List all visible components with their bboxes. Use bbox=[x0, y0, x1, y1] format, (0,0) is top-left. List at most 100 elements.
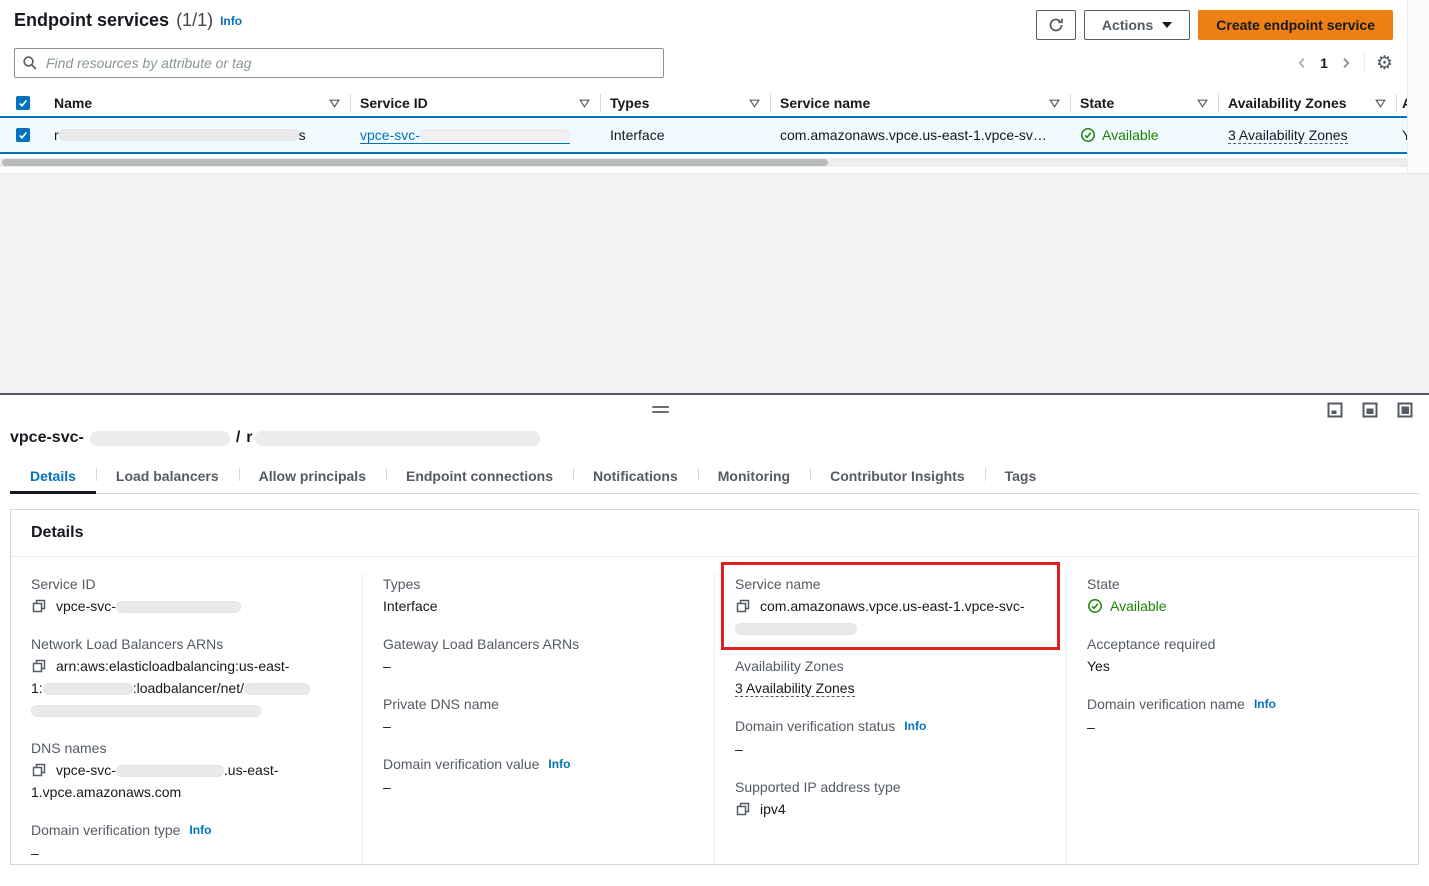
redacted-text bbox=[244, 683, 310, 695]
toolbar: 1 ⚙ bbox=[14, 48, 1393, 78]
redacted-text bbox=[116, 765, 224, 777]
tab-tags[interactable]: Tags bbox=[985, 459, 1057, 493]
cell-types: Interface bbox=[600, 127, 770, 143]
redacted-text bbox=[420, 129, 570, 141]
redacted-text bbox=[31, 705, 261, 717]
column-header-service-name[interactable]: Service name bbox=[770, 90, 1070, 116]
page-title: Endpoint services bbox=[14, 10, 169, 31]
column-header-state[interactable]: State bbox=[1070, 90, 1218, 116]
field-domain-verification-status: Domain verification statusInfo – bbox=[735, 715, 1046, 760]
endpoint-services-section: Endpoint services (1/1) Info Actions Cre… bbox=[0, 0, 1407, 173]
select-all-checkbox[interactable] bbox=[16, 96, 30, 110]
copy-icon[interactable] bbox=[31, 598, 47, 614]
actions-button[interactable]: Actions bbox=[1084, 10, 1190, 40]
next-page-button[interactable] bbox=[1339, 55, 1353, 71]
panel-position-full-icon[interactable] bbox=[1397, 402, 1413, 418]
create-label: Create endpoint service bbox=[1216, 17, 1375, 33]
table-header-row: Name Service ID Types Service name State… bbox=[0, 90, 1407, 116]
chevron-right-icon bbox=[1339, 55, 1353, 71]
tab-details[interactable]: Details bbox=[10, 459, 96, 493]
field-service-name-highlighted: Service name com.amazonaws.vpce.us-east-… bbox=[721, 562, 1060, 650]
field-domain-verification-name: Domain verification nameInfo – bbox=[1087, 693, 1398, 738]
copy-icon[interactable] bbox=[735, 801, 751, 817]
copy-icon[interactable] bbox=[735, 598, 751, 614]
info-link[interactable]: Info bbox=[548, 753, 570, 775]
redacted-text bbox=[43, 683, 133, 695]
vertical-scrollbar-gutter bbox=[1407, 0, 1429, 173]
sort-icon bbox=[329, 99, 340, 108]
tab-monitoring[interactable]: Monitoring bbox=[698, 459, 810, 493]
sort-icon bbox=[579, 99, 590, 108]
horizontal-scrollbar[interactable] bbox=[0, 158, 1407, 167]
tab-load-balancers[interactable]: Load balancers bbox=[96, 459, 239, 493]
details-column-2: Types Interface Gateway Load Balancers A… bbox=[363, 573, 715, 863]
search-box bbox=[14, 48, 664, 78]
details-card-title: Details bbox=[11, 510, 1418, 557]
scrollbar-thumb[interactable] bbox=[2, 159, 828, 166]
sort-icon bbox=[1375, 99, 1386, 108]
info-link[interactable]: Info bbox=[1254, 693, 1276, 715]
field-acceptance-required: Acceptance required Yes bbox=[1087, 633, 1398, 677]
copy-icon[interactable] bbox=[31, 658, 47, 674]
details-column-4: State Available Acceptance required Yes … bbox=[1067, 573, 1418, 863]
service-id-link[interactable]: vpce-svc- bbox=[360, 127, 570, 144]
tab-endpoint-connections[interactable]: Endpoint connections bbox=[386, 459, 573, 493]
state-text: Available bbox=[1102, 127, 1159, 143]
column-header-availability-zones[interactable]: Availability Zones bbox=[1218, 90, 1396, 116]
check-icon bbox=[18, 130, 28, 140]
sort-icon bbox=[1049, 99, 1060, 108]
details-card: Details Service ID vpce-svc- Network Loa… bbox=[10, 509, 1419, 865]
field-dns-names: DNS names vpce-svc-.us-east- 1.vpce.amaz… bbox=[31, 737, 342, 803]
resource-count: (1/1) bbox=[176, 10, 213, 31]
info-link[interactable]: Info bbox=[220, 14, 242, 28]
refresh-button[interactable] bbox=[1036, 10, 1076, 40]
field-domain-verification-type: Domain verification typeInfo – bbox=[31, 819, 342, 864]
details-column-3: Service name com.amazonaws.vpce.us-east-… bbox=[715, 573, 1067, 863]
field-availability-zones: Availability Zones 3 Availability Zones bbox=[735, 655, 1046, 699]
panel-position-bottom-icon[interactable] bbox=[1327, 402, 1343, 418]
availability-zones-link[interactable]: 3 Availability Zones bbox=[1228, 127, 1348, 144]
redacted-text bbox=[59, 129, 299, 141]
availability-zones-link[interactable]: 3 Availability Zones bbox=[735, 680, 855, 697]
status-available-icon bbox=[1087, 598, 1103, 614]
column-header-acceptance-clipped[interactable]: A bbox=[1396, 90, 1407, 116]
state-text: Available bbox=[1110, 595, 1167, 617]
redacted-text bbox=[255, 431, 540, 446]
table-row[interactable]: rs vpce-svc- Interface com.amazonaws.vpc… bbox=[0, 116, 1407, 154]
column-header-name[interactable]: Name bbox=[44, 90, 350, 116]
caret-down-icon bbox=[1162, 22, 1172, 28]
cell-acceptance-clipped: Y bbox=[1396, 127, 1407, 143]
cell-service-id: vpce-svc- bbox=[350, 127, 600, 144]
tab-contributor-insights[interactable]: Contributor Insights bbox=[810, 459, 985, 493]
details-split-panel: vpce-svc- / r Details Load balancers All… bbox=[0, 393, 1429, 886]
resize-handle-icon[interactable] bbox=[652, 406, 669, 416]
page-header: Endpoint services (1/1) Info Actions Cre… bbox=[0, 0, 1407, 40]
column-header-types[interactable]: Types bbox=[600, 90, 770, 116]
copy-icon[interactable] bbox=[31, 762, 47, 778]
divider bbox=[1364, 52, 1365, 74]
column-header-service-id[interactable]: Service ID bbox=[350, 90, 600, 116]
info-link[interactable]: Info bbox=[189, 819, 211, 841]
details-column-1: Service ID vpce-svc- Network Load Balanc… bbox=[11, 573, 363, 863]
cell-availability-zones: 3 Availability Zones bbox=[1218, 127, 1396, 144]
previous-page-button[interactable] bbox=[1295, 55, 1309, 71]
panel-title: vpce-svc- / r bbox=[10, 429, 1429, 447]
check-icon bbox=[18, 98, 28, 108]
page-background bbox=[0, 173, 1429, 393]
tab-allow-principals[interactable]: Allow principals bbox=[239, 459, 386, 493]
info-link[interactable]: Info bbox=[904, 715, 926, 737]
panel-position-half-icon[interactable] bbox=[1362, 402, 1378, 418]
status-available-icon bbox=[1080, 127, 1096, 143]
current-page[interactable]: 1 bbox=[1320, 55, 1328, 71]
cell-name: rs bbox=[44, 127, 350, 143]
refresh-icon bbox=[1048, 17, 1064, 33]
tab-notifications[interactable]: Notifications bbox=[573, 459, 698, 493]
chevron-left-icon bbox=[1295, 55, 1309, 71]
settings-gear-icon[interactable]: ⚙ bbox=[1376, 54, 1393, 73]
pagination: 1 ⚙ bbox=[1295, 52, 1393, 74]
row-checkbox[interactable] bbox=[16, 128, 30, 142]
create-endpoint-service-button[interactable]: Create endpoint service bbox=[1198, 10, 1393, 40]
search-input[interactable] bbox=[14, 48, 664, 78]
redacted-text bbox=[90, 431, 230, 446]
cell-service-name: com.amazonaws.vpce.us-east-1.vpce-sv… bbox=[770, 127, 1070, 143]
